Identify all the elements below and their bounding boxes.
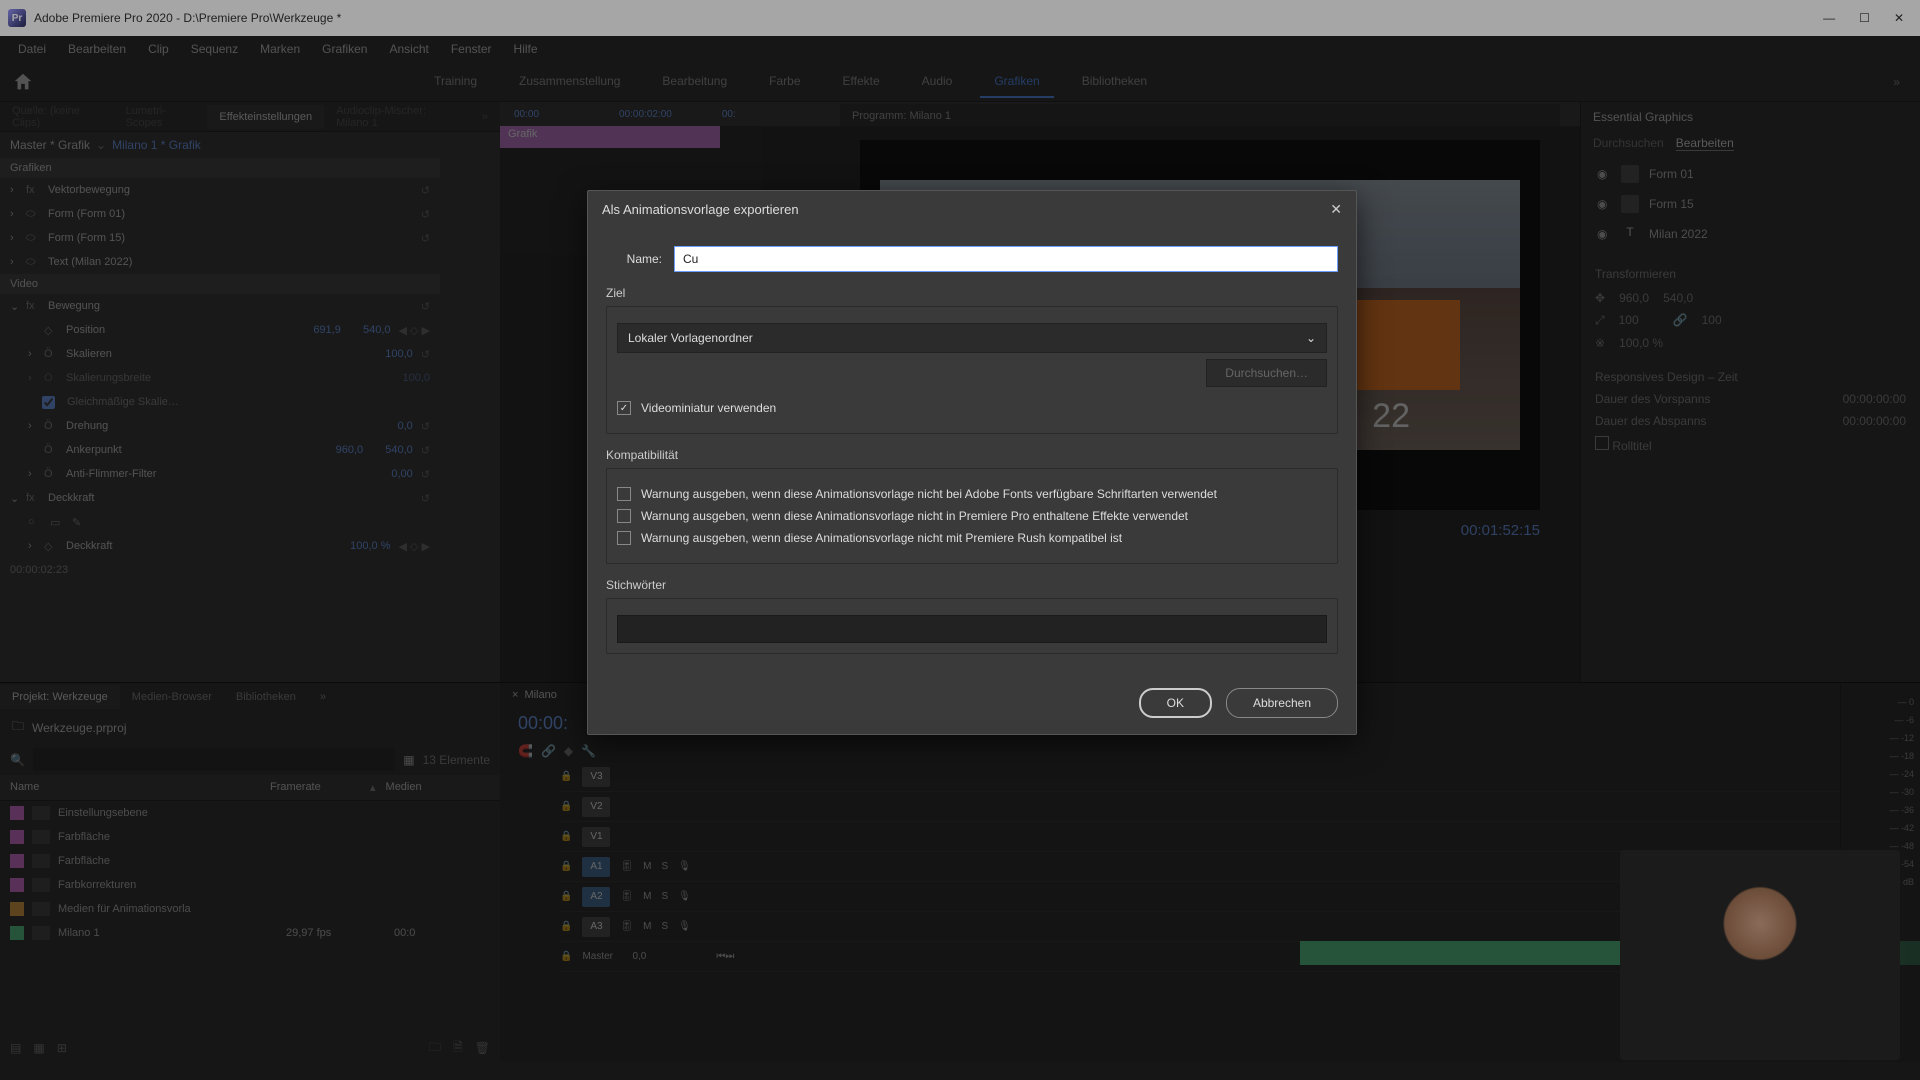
name-input[interactable] xyxy=(674,246,1338,272)
compat-label: Kompatibilität xyxy=(606,448,1338,462)
keywords-label: Stichwörter xyxy=(606,578,1338,592)
compat-rush-label: Warnung ausgeben, wenn diese Animationsv… xyxy=(641,531,1122,545)
cancel-button[interactable]: Abbrechen xyxy=(1226,688,1338,718)
video-thumbnail-checkbox[interactable] xyxy=(617,401,631,415)
compat-rush-checkbox[interactable] xyxy=(617,531,631,545)
compat-effects-checkbox[interactable] xyxy=(617,509,631,523)
destination-select[interactable]: Lokaler Vorlagenordner ⌄ xyxy=(617,323,1327,353)
compat-fonts-label: Warnung ausgeben, wenn diese Animationsv… xyxy=(641,487,1217,501)
compat-effects-label: Warnung ausgeben, wenn diese Animationsv… xyxy=(641,509,1188,523)
browse-button[interactable]: Durchsuchen… xyxy=(1206,359,1327,387)
keywords-input[interactable] xyxy=(617,615,1327,643)
ok-button[interactable]: OK xyxy=(1139,688,1212,718)
name-label: Name: xyxy=(606,252,662,266)
chevron-down-icon: ⌄ xyxy=(1306,331,1316,345)
ziel-label: Ziel xyxy=(606,286,1338,300)
destination-value: Lokaler Vorlagenordner xyxy=(628,331,753,345)
dialog-title: Als Animationsvorlage exportieren xyxy=(602,202,799,217)
compat-fonts-checkbox[interactable] xyxy=(617,487,631,501)
video-thumbnail-label: Videominiatur verwenden xyxy=(641,401,776,415)
export-motion-template-dialog: Als Animationsvorlage exportieren ✕ Name… xyxy=(587,190,1357,735)
dialog-close-icon[interactable]: ✕ xyxy=(1330,201,1342,218)
